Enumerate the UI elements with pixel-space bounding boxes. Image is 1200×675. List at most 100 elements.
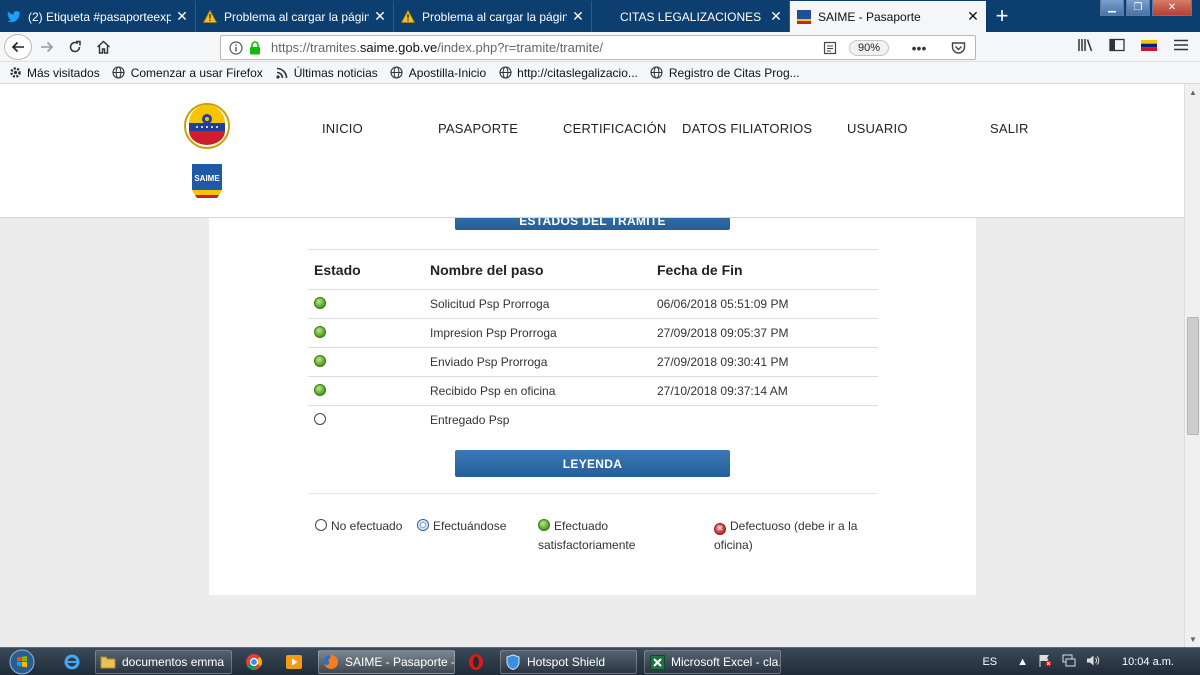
tab-problem-2[interactable]: Problema al cargar la página ✕ xyxy=(394,1,592,32)
menu-icon[interactable] xyxy=(1172,35,1190,55)
tab-problem-1[interactable]: Problema al cargar la página ✕ xyxy=(196,1,394,32)
url-text[interactable]: https://tramites.saime.gob.ve/index.php?… xyxy=(271,40,603,55)
tab-citas[interactable]: CITAS LEGALIZACIONES | MPPRE ✕ xyxy=(592,1,790,32)
volume-icon[interactable] xyxy=(1086,654,1100,670)
bookmark-ultimas-noticias[interactable]: Últimas noticias xyxy=(275,66,378,80)
scroll-up-arrow-icon[interactable]: ▲ xyxy=(1185,84,1200,100)
minimize-button[interactable]: ▁ xyxy=(1100,0,1124,16)
table-header-row: Estado Nombre del paso Fecha de Fin xyxy=(308,249,878,290)
page-actions-icon[interactable]: ••• xyxy=(899,38,939,58)
bookmark-mas-visitados[interactable]: Más visitados xyxy=(8,66,100,80)
step-name: Recibido Psp en oficina xyxy=(424,376,651,406)
taskbar-saime-firefox[interactable]: SAIME - Pasaporte - ... xyxy=(318,650,455,674)
nav-datos-filiatorios[interactable]: DATOS FILIATORIOS xyxy=(682,121,812,136)
url-bar[interactable]: https://tramites.saime.gob.ve/index.php?… xyxy=(220,35,976,60)
tab-twitter[interactable]: (2) Etiqueta #pasaporteexpress ✕ xyxy=(0,1,196,32)
library-icon[interactable] xyxy=(1076,35,1094,55)
table-row: Impresion Psp Prorroga 27/09/2018 09:05:… xyxy=(308,318,878,348)
windows-taskbar: documentos emma SAIME - Pasaporte - ... … xyxy=(0,647,1200,675)
red-x-icon: ✕ xyxy=(714,523,726,535)
gear-icon xyxy=(8,66,22,80)
column-header-nombre: Nombre del paso xyxy=(424,249,651,290)
back-arrow-icon xyxy=(11,41,24,53)
vertical-scrollbar[interactable]: ▲ ▼ xyxy=(1184,84,1200,647)
bookmark-label: Más visitados xyxy=(27,65,100,80)
tab-saime-active[interactable]: SAIME - Pasaporte ✕ xyxy=(790,1,986,32)
venezuela-emblem-logo[interactable] xyxy=(183,103,231,149)
step-name: Entregado Psp xyxy=(430,413,510,428)
url-bar-actions: 90% ••• xyxy=(821,38,967,58)
leyenda-button[interactable]: LEYENDA xyxy=(455,450,730,477)
network-icon[interactable] xyxy=(1062,654,1076,670)
media-player-icon[interactable] xyxy=(284,652,304,672)
sidebar-icon[interactable] xyxy=(1108,35,1126,55)
step-name: Enviado Psp Prorroga xyxy=(424,347,651,377)
legend-efectuado: Efectuado satisfactoriamente xyxy=(538,519,636,552)
new-tab-button[interactable]: + xyxy=(986,0,1018,32)
back-button[interactable] xyxy=(4,34,32,60)
tramite-panel: ESTADOS DEL TRAMITE Estado Nombre del pa… xyxy=(209,204,976,595)
close-icon[interactable]: ✕ xyxy=(966,8,980,25)
taskbar-excel[interactable]: Microsoft Excel - cla... xyxy=(644,650,781,674)
windows-logo-icon xyxy=(9,649,35,675)
pocket-icon[interactable] xyxy=(949,38,967,58)
firefox-icon xyxy=(323,654,339,670)
green-check-icon xyxy=(314,383,326,396)
system-tray: ES ▲ 10:04 a.m. xyxy=(972,648,1200,675)
scroll-down-arrow-icon[interactable]: ▼ xyxy=(1185,631,1200,647)
forward-button[interactable] xyxy=(35,35,59,59)
close-icon[interactable]: ✕ xyxy=(175,8,189,25)
nav-salir[interactable]: SALIR xyxy=(990,121,1029,136)
twitter-icon xyxy=(6,9,22,25)
legend-defectuoso: ✕ Defectuoso (debe ir a la oficina) xyxy=(714,519,858,552)
chrome-icon[interactable] xyxy=(244,652,264,672)
scroll-thumb[interactable] xyxy=(1187,317,1199,435)
legend-no-efectuado: No efectuado xyxy=(315,517,402,536)
opera-icon[interactable] xyxy=(466,652,486,672)
bookmark-comenzar-firefox[interactable]: Comenzar a usar Firefox xyxy=(112,66,263,80)
window-controls: ▁ ❐ ✕ xyxy=(1100,0,1192,16)
tray-expand-icon[interactable]: ▲ xyxy=(1017,656,1028,668)
reload-button[interactable] xyxy=(63,35,87,59)
navigation-toolbar: https://tramites.saime.gob.ve/index.php?… xyxy=(0,32,1200,62)
internet-explorer-icon[interactable] xyxy=(62,652,82,672)
blank-icon xyxy=(598,9,614,25)
nav-usuario[interactable]: USUARIO xyxy=(847,121,908,136)
nav-certificacion[interactable]: CERTIFICACIÓN xyxy=(563,121,666,136)
close-icon[interactable]: ✕ xyxy=(571,8,585,25)
empty-circle-icon xyxy=(315,519,327,531)
divider xyxy=(308,493,878,494)
saime-logo[interactable]: SAIME xyxy=(191,163,223,199)
column-header-estado: Estado xyxy=(308,249,424,290)
info-icon[interactable] xyxy=(227,40,245,55)
close-icon[interactable]: ✕ xyxy=(769,8,783,25)
step-date xyxy=(651,406,878,435)
venezuela-flag-icon[interactable] xyxy=(1140,35,1158,55)
action-center-flag-icon[interactable] xyxy=(1038,654,1052,670)
green-check-icon xyxy=(314,296,326,309)
bookmark-label: http://citaslegalizacio... xyxy=(517,65,638,80)
rss-icon xyxy=(275,66,289,80)
restore-button[interactable]: ❐ xyxy=(1126,0,1150,16)
bookmark-label: Apostilla-Inicio xyxy=(408,65,487,80)
zoom-indicator[interactable]: 90% xyxy=(848,40,889,56)
excel-icon xyxy=(649,654,665,670)
home-button[interactable] xyxy=(91,35,115,59)
bookmark-citaslegalizacio[interactable]: http://citaslegalizacio... xyxy=(498,66,638,80)
language-indicator[interactable]: ES xyxy=(982,656,997,668)
taskbar-documentos-emma[interactable]: documentos emma xyxy=(95,650,232,674)
bookmark-apostilla[interactable]: Apostilla-Inicio xyxy=(390,66,486,80)
forward-arrow-icon xyxy=(41,41,54,53)
tab-label: (2) Etiqueta #pasaporteexpress xyxy=(28,9,171,24)
close-window-button[interactable]: ✕ xyxy=(1152,0,1192,16)
bookmark-registro-citas[interactable]: Registro de Citas Prog... xyxy=(650,66,800,80)
reader-view-icon[interactable] xyxy=(821,38,839,58)
start-button[interactable] xyxy=(4,648,40,675)
close-icon[interactable]: ✕ xyxy=(373,8,387,25)
page-viewport: ESTADOS DEL TRAMITE Estado Nombre del pa… xyxy=(0,84,1184,647)
taskbar-hotspot-shield[interactable]: Hotspot Shield xyxy=(500,650,637,674)
clock[interactable]: 10:04 a.m. xyxy=(1122,656,1174,668)
lock-icon[interactable] xyxy=(247,40,263,55)
nav-pasaporte[interactable]: PASAPORTE xyxy=(438,121,518,136)
nav-inicio[interactable]: INICIO xyxy=(322,121,363,136)
